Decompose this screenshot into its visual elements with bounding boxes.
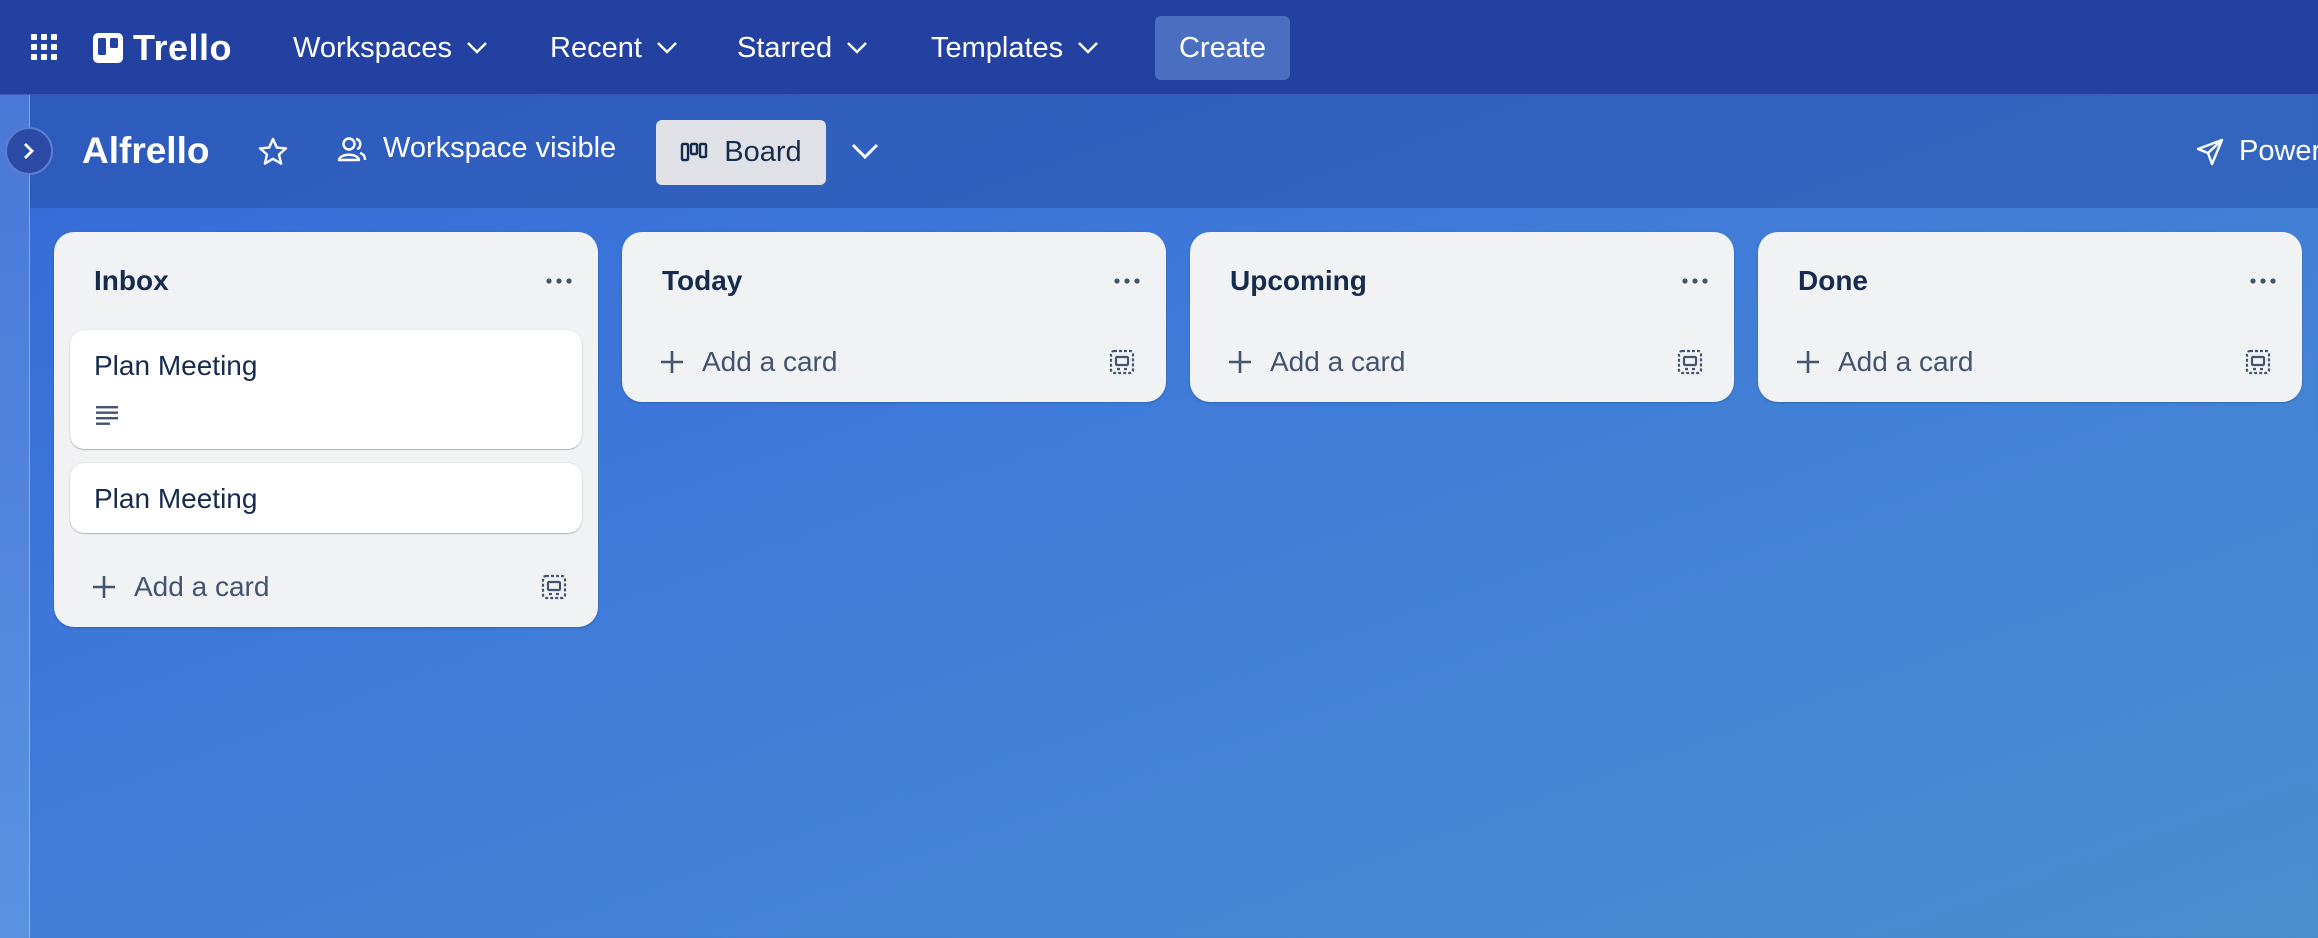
- plus-icon: [1229, 351, 1251, 373]
- list-title[interactable]: Done: [1798, 265, 1868, 297]
- workspaces-label: Workspaces: [293, 31, 453, 64]
- list-upcoming: Upcoming Add a card: [1190, 232, 1734, 402]
- list-title[interactable]: Today: [662, 265, 742, 297]
- card-template-icon[interactable]: [540, 573, 568, 601]
- trello-logo-icon: [93, 33, 123, 63]
- board-view-label: Board: [724, 136, 802, 168]
- card-template-icon[interactable]: [1676, 348, 1704, 376]
- plus-icon: [1797, 351, 1819, 373]
- more-options-icon[interactable]: [2248, 276, 2278, 286]
- card-template-icon[interactable]: [2244, 348, 2272, 376]
- logo-text: Trello: [133, 27, 233, 68]
- trello-logo[interactable]: Trello: [93, 27, 232, 69]
- board-view-button[interactable]: Board: [656, 120, 826, 185]
- board-view-icon: [681, 142, 708, 161]
- list-today: Today Add a card: [622, 232, 1166, 402]
- list-title[interactable]: Upcoming: [1230, 265, 1367, 297]
- add-card-row: Add a card: [1190, 322, 1734, 402]
- sidebar-rail: [0, 95, 30, 938]
- add-card-button[interactable]: Add a card: [660, 346, 837, 378]
- list-header: Inbox: [54, 232, 598, 330]
- add-card-button[interactable]: Add a card: [92, 571, 269, 603]
- card[interactable]: Plan Meeting: [70, 463, 582, 533]
- plus-icon: [661, 351, 683, 373]
- list-header: Today: [622, 232, 1166, 330]
- add-card-row: Add a card: [622, 322, 1166, 402]
- chevron-down-icon[interactable]: [851, 142, 879, 160]
- plus-icon: [93, 576, 115, 598]
- list-inbox: Inbox Plan Meeting Plan Meeting Add a ca…: [54, 232, 598, 627]
- recent-label: Recent: [550, 31, 642, 64]
- add-card-row: Add a card: [54, 547, 598, 627]
- star-icon[interactable]: [257, 136, 289, 168]
- list-title[interactable]: Inbox: [94, 265, 169, 297]
- card-title: Plan Meeting: [94, 483, 258, 514]
- add-card-button[interactable]: Add a card: [1228, 346, 1405, 378]
- more-options-icon[interactable]: [1112, 276, 1142, 286]
- list-header: Done: [1758, 232, 2302, 330]
- templates-label: Templates: [931, 31, 1064, 64]
- rocket-icon: [2196, 138, 2224, 165]
- workspaces-menu[interactable]: Workspaces: [293, 25, 488, 71]
- powerups-button[interactable]: Power: [2195, 135, 2318, 168]
- card-title: Plan Meeting: [94, 350, 258, 381]
- add-card-label: Add a card: [134, 571, 270, 602]
- expand-sidebar-button[interactable]: [5, 127, 53, 175]
- board-title[interactable]: Alfrello: [82, 130, 209, 172]
- top-navigation: Trello Workspaces Recent Starred Templat…: [0, 0, 2318, 95]
- app-switcher-icon[interactable]: [30, 33, 58, 61]
- chevron-down-icon: [657, 42, 677, 54]
- more-options-icon[interactable]: [544, 276, 574, 286]
- create-button[interactable]: Create: [1155, 16, 1290, 80]
- list-done: Done Add a card: [1758, 232, 2302, 402]
- starred-menu[interactable]: Starred: [737, 25, 868, 71]
- chevron-down-icon: [467, 42, 487, 54]
- visibility-label: Workspace visible: [383, 132, 617, 164]
- templates-menu[interactable]: Templates: [931, 25, 1099, 71]
- chevron-down-icon: [1078, 42, 1099, 54]
- card-template-icon[interactable]: [1108, 348, 1136, 376]
- powerups-label: Power: [2239, 135, 2318, 167]
- add-card-label: Add a card: [1838, 346, 1974, 377]
- chevron-right-icon: [24, 143, 34, 159]
- description-icon: [96, 406, 118, 425]
- add-card-row: Add a card: [1758, 322, 2302, 402]
- recent-menu[interactable]: Recent: [550, 25, 678, 71]
- card[interactable]: Plan Meeting: [70, 330, 582, 449]
- starred-label: Starred: [737, 31, 833, 64]
- chevron-down-icon: [847, 42, 867, 54]
- workspace-people-icon: [337, 136, 367, 161]
- list-header: Upcoming: [1190, 232, 1734, 330]
- add-card-label: Add a card: [702, 346, 838, 377]
- more-options-icon[interactable]: [1680, 276, 1710, 286]
- add-card-label: Add a card: [1270, 346, 1406, 377]
- visibility-button[interactable]: Workspace visible: [337, 132, 616, 165]
- add-card-button[interactable]: Add a card: [1796, 346, 1973, 378]
